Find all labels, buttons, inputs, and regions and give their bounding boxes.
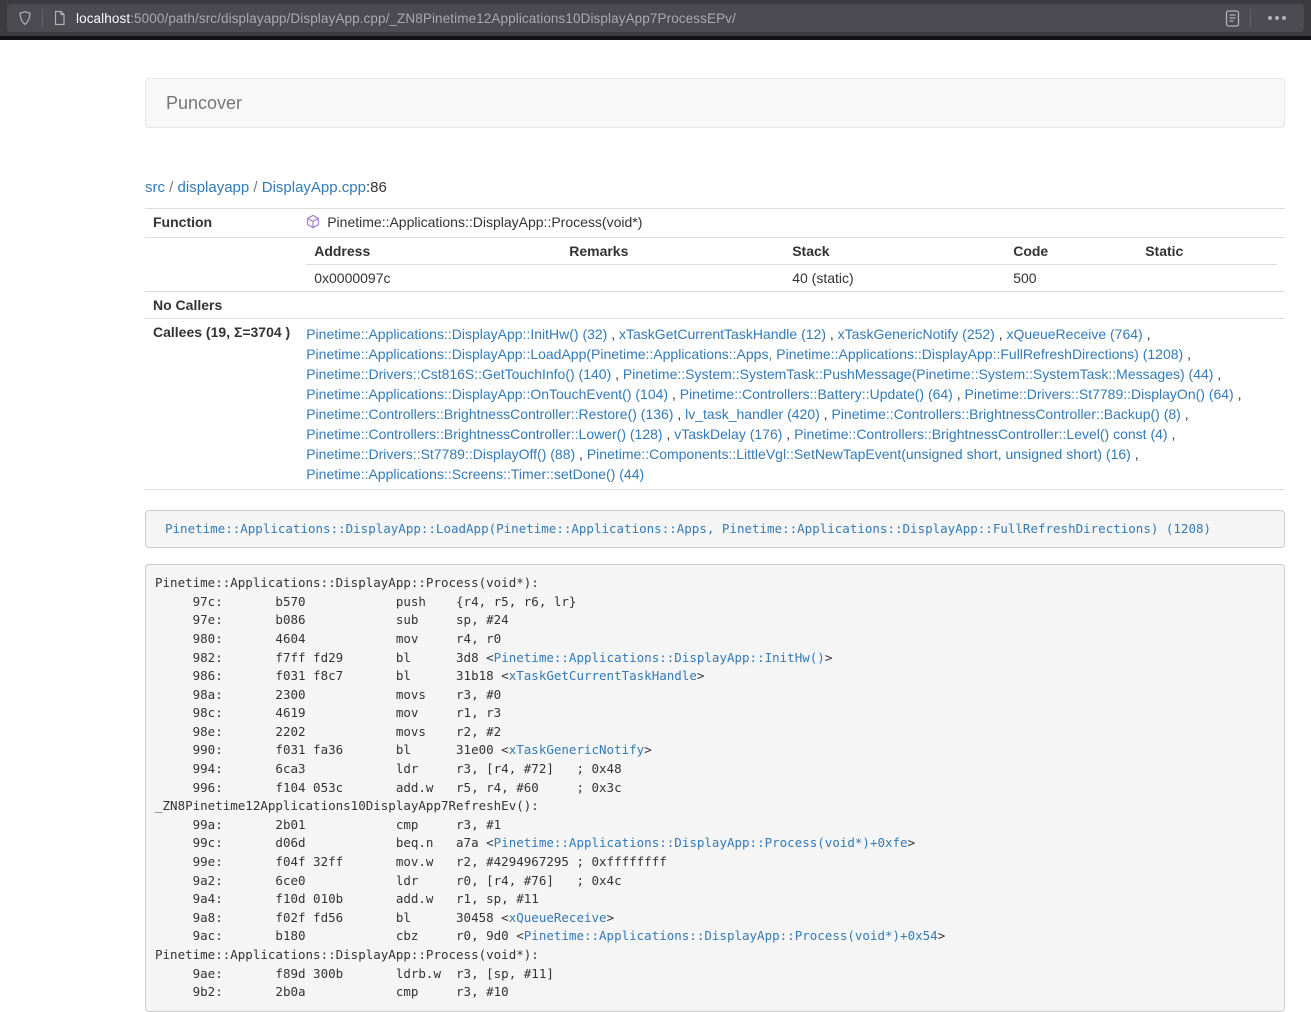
callee-link[interactable]: xTaskGenericNotify (252) xyxy=(838,326,995,342)
callee-link[interactable]: Pinetime::Components::LittleVgl::SetNewT… xyxy=(587,446,1131,462)
callees-row: Callees (19, Σ=3704 ) Pinetime::Applicat… xyxy=(145,319,1285,490)
breadcrumb-file-link[interactable]: DisplayApp.cpp xyxy=(262,179,366,196)
more-options-icon[interactable] xyxy=(1268,16,1286,20)
no-callers-row: No Callers xyxy=(145,292,1285,319)
app-header: Puncover xyxy=(145,78,1285,128)
callee-link[interactable]: lv_task_handler (420) xyxy=(685,406,820,422)
callee-link[interactable]: vTaskDelay (176) xyxy=(674,426,782,442)
code-value: 500 xyxy=(1005,265,1137,292)
static-value xyxy=(1137,265,1277,292)
breadcrumb-src-link[interactable]: src xyxy=(145,179,165,196)
callee-link[interactable]: Pinetime::Applications::Screens::Timer::… xyxy=(306,466,644,482)
symbol-table: Function Pinetime::Applications::Display… xyxy=(145,208,1285,490)
reader-view-icon[interactable] xyxy=(1224,9,1241,28)
function-details-table: Address Remarks Stack Code Static 0x0000… xyxy=(306,238,1277,291)
remarks-value xyxy=(561,265,784,292)
callee-link[interactable]: Pinetime::Applications::DisplayApp::Init… xyxy=(306,326,607,342)
col-header-stack: Stack xyxy=(784,238,1005,265)
callee-link[interactable]: Pinetime::Drivers::Cst816S::GetTouchInfo… xyxy=(306,366,611,382)
table-row: 0x0000097c 40 (static) 500 xyxy=(306,265,1277,292)
no-callers-label: No Callers xyxy=(145,292,298,319)
package-cube-icon xyxy=(306,214,320,232)
disassembly-block: Pinetime::Applications::DisplayApp::Proc… xyxy=(145,564,1285,1012)
app-brand-link[interactable]: Puncover xyxy=(146,93,257,114)
function-label: Function xyxy=(145,209,298,238)
callee-link[interactable]: Pinetime::Controllers::BrightnessControl… xyxy=(306,426,662,442)
callee-link[interactable]: Pinetime::Controllers::BrightnessControl… xyxy=(794,426,1167,442)
selected-callee-box: Pinetime::Applications::DisplayApp::Load… xyxy=(145,510,1285,548)
selected-callee-link[interactable]: Pinetime::Applications::DisplayApp::Load… xyxy=(165,521,1211,536)
shield-icon[interactable] xyxy=(17,10,33,26)
callee-link[interactable]: Pinetime::System::SystemTask::PushMessag… xyxy=(623,366,1214,382)
col-header-static: Static xyxy=(1137,238,1277,265)
callees-list: Pinetime::Applications::DisplayApp::Init… xyxy=(298,319,1285,490)
disassembly-symbol-link[interactable]: xTaskGenericNotify xyxy=(509,742,644,757)
col-header-address: Address xyxy=(306,238,561,265)
url-host: localhost xyxy=(76,11,130,26)
disassembly-symbol-link[interactable]: Pinetime::Applications::DisplayApp::Proc… xyxy=(494,835,908,850)
url-text: localhost:5000/path/src/displayapp/Displ… xyxy=(76,11,1224,26)
browser-toolbar: localhost:5000/path/src/displayapp/Displ… xyxy=(0,0,1311,36)
browser-bottom-border xyxy=(0,36,1311,40)
callee-link[interactable]: Pinetime::Drivers::St7789::DisplayOn() (… xyxy=(965,386,1234,402)
disassembly-symbol-link[interactable]: xQueueReceive xyxy=(509,910,607,925)
url-bar-divider xyxy=(42,9,43,27)
breadcrumb-displayapp-link[interactable]: displayapp xyxy=(178,179,250,196)
breadcrumb-separator: / xyxy=(253,179,257,196)
callee-link[interactable]: Pinetime::Applications::DisplayApp::OnTo… xyxy=(306,386,668,402)
stack-value: 40 (static) xyxy=(784,265,1005,292)
disassembly-code: Pinetime::Applications::DisplayApp::Proc… xyxy=(155,575,945,999)
callee-link[interactable]: Pinetime::Controllers::Battery::Update()… xyxy=(680,386,953,402)
page-icon[interactable] xyxy=(52,10,67,26)
callee-link[interactable]: Pinetime::Controllers::BrightnessControl… xyxy=(306,406,673,422)
url-bar-divider-right xyxy=(1250,9,1251,27)
disassembly-symbol-link[interactable]: Pinetime::Applications::DisplayApp::Proc… xyxy=(524,928,938,943)
address-value: 0x0000097c xyxy=(306,265,561,292)
url-path: :5000/path/src/displayapp/DisplayApp.cpp… xyxy=(130,11,736,26)
callee-link[interactable]: Pinetime::Applications::DisplayApp::Load… xyxy=(306,346,1183,362)
callee-link[interactable]: Pinetime::Controllers::BrightnessControl… xyxy=(831,406,1180,422)
callee-link[interactable]: xQueueReceive (764) xyxy=(1007,326,1143,342)
col-header-code: Code xyxy=(1005,238,1137,265)
breadcrumb: src / displayapp / DisplayApp.cpp:86 xyxy=(145,179,1285,196)
callees-label: Callees (19, Σ=3704 ) xyxy=(145,319,298,490)
disassembly-symbol-link[interactable]: xTaskGetCurrentTaskHandle xyxy=(509,668,697,683)
callee-link[interactable]: xTaskGetCurrentTaskHandle (12) xyxy=(619,326,826,342)
page-content: Puncover src / displayapp / DisplayApp.c… xyxy=(145,78,1285,1012)
function-details-row: Address Remarks Stack Code Static 0x0000… xyxy=(145,238,1285,292)
url-bar[interactable]: localhost:5000/path/src/displayapp/Displ… xyxy=(7,4,1304,32)
function-row: Function Pinetime::Applications::Display… xyxy=(145,209,1285,238)
breadcrumb-separator: / xyxy=(169,179,173,196)
breadcrumb-line-number: :86 xyxy=(366,179,387,196)
col-header-remarks: Remarks xyxy=(561,238,784,265)
callee-link[interactable]: Pinetime::Drivers::St7789::DisplayOff() … xyxy=(306,446,575,462)
disassembly-symbol-link[interactable]: Pinetime::Applications::DisplayApp::Init… xyxy=(494,650,825,665)
function-name: Pinetime::Applications::DisplayApp::Proc… xyxy=(327,214,642,230)
